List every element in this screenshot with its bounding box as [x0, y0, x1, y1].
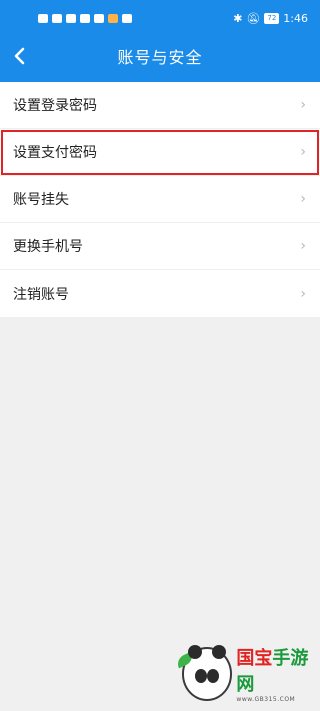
chevron-right-icon: › — [300, 191, 306, 207]
watermark-brand: 国宝手游网 — [236, 648, 309, 695]
notification-icon — [38, 13, 48, 23]
video-icon — [108, 13, 118, 23]
status-system: ✱ 🔕︎ 72 1:46 — [233, 12, 308, 25]
panda-logo-icon — [174, 644, 233, 701]
menu-item-label: 设置支付密码 — [13, 145, 97, 161]
menu-item-login-password[interactable]: 设置登录密码 › — [0, 82, 320, 129]
menu-item-label: 注销账号 — [13, 286, 69, 303]
cloud-icon — [80, 13, 90, 23]
menu-item-payment-password[interactable]: 设置支付密码 › — [0, 129, 320, 176]
chevron-right-icon: › — [300, 285, 306, 302]
message-icon — [66, 13, 76, 23]
chat-icon — [122, 13, 132, 23]
bluetooth-icon: ✱ — [233, 11, 243, 25]
chevron-right-icon: › — [300, 238, 306, 254]
back-button[interactable] — [8, 44, 30, 68]
watermark-url: www.GB315.COM — [236, 696, 296, 703]
wifi-icon — [52, 13, 62, 23]
menu-item-change-phone[interactable]: 更换手机号 › — [0, 223, 320, 270]
chevron-right-icon: › — [300, 97, 306, 113]
menu-item-label: 账号挂失 — [13, 192, 69, 208]
watermark-text: 国宝手游网 www.GB315.COM — [236, 644, 320, 703]
settings-list: 设置登录密码 › 设置支付密码 › 账号挂失 › 更换手机号 › 注销账号 › — [0, 82, 320, 317]
app-icon — [94, 13, 104, 23]
chevron-left-icon — [14, 47, 25, 65]
clock: 1:46 — [283, 11, 308, 25]
status-bar: ✱ 🔕︎ 72 1:46 — [0, 0, 320, 36]
battery-icon: 72 — [264, 12, 280, 24]
mute-icon: 🔕︎ — [246, 11, 261, 25]
watermark-logo: 国宝手游网 www.GB315.COM — [174, 636, 320, 711]
chevron-right-icon: › — [300, 144, 306, 160]
nav-bar: 账号与安全 — [0, 36, 320, 76]
menu-item-report-loss[interactable]: 账号挂失 › — [0, 176, 320, 223]
page-title: 账号与安全 — [117, 48, 203, 67]
menu-item-label: 更换手机号 — [13, 239, 83, 255]
app-header: ✱ 🔕︎ 72 1:46 账号与安全 — [0, 0, 320, 82]
menu-item-delete-account[interactable]: 注销账号 › — [0, 270, 320, 317]
status-notifications — [38, 13, 132, 23]
menu-item-label: 设置登录密码 — [13, 98, 97, 114]
